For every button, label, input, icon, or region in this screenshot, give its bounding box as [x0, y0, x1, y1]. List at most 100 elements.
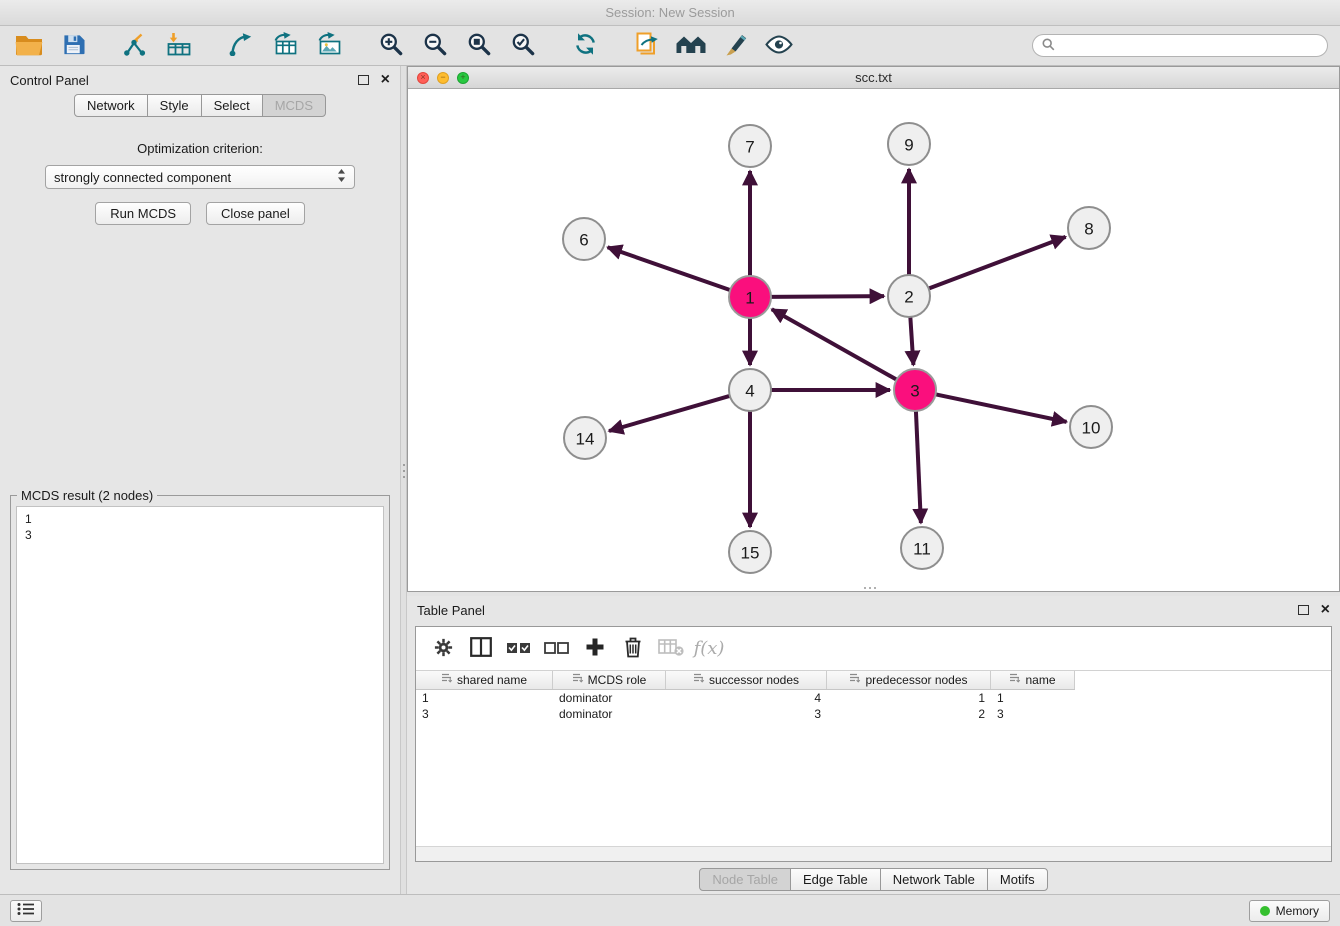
graph-node-1[interactable]: 1: [729, 276, 771, 318]
graph-edge-3-1[interactable]: [772, 309, 899, 380]
zoom-out-button[interactable]: [416, 29, 454, 63]
tab-style[interactable]: Style: [147, 94, 202, 117]
export-table-button[interactable]: [266, 29, 304, 63]
zoom-window-button[interactable]: [457, 72, 469, 84]
save-session-icon: [62, 33, 85, 59]
export-network-icon: [228, 32, 254, 59]
mcds-result-list[interactable]: 13: [16, 506, 384, 864]
zoom-fit-button[interactable]: [460, 29, 498, 63]
optimization-criterion-select[interactable]: strongly connected component: [45, 165, 355, 189]
svg-text:6: 6: [579, 231, 588, 250]
tab-motifs[interactable]: Motifs: [987, 868, 1048, 891]
network-overview-button[interactable]: [672, 29, 710, 63]
tab-select[interactable]: Select: [201, 94, 263, 117]
graph-node-4[interactable]: 4: [729, 369, 771, 411]
column-header-name[interactable]: name: [991, 671, 1075, 689]
column-label: shared name: [457, 673, 527, 687]
graph-node-3[interactable]: 3: [894, 369, 936, 411]
apply-style-button[interactable]: [716, 29, 754, 63]
network-window-titlebar[interactable]: scc.txt: [408, 67, 1339, 89]
window-resize-grip[interactable]: [864, 587, 876, 589]
horizontal-scrollbar[interactable]: [416, 846, 1331, 861]
tab-network[interactable]: Network: [74, 94, 148, 117]
table-cell: 1: [991, 690, 1075, 706]
table-header-row: shared name MCDS role successor nodes prede…: [416, 671, 1075, 690]
task-history-button[interactable]: [10, 900, 42, 922]
graph-node-9[interactable]: 9: [888, 123, 930, 165]
graph-node-7[interactable]: 7: [729, 125, 771, 167]
network-window-title: scc.txt: [408, 70, 1339, 85]
memory-button[interactable]: Memory: [1249, 900, 1330, 922]
search-input[interactable]: [1060, 39, 1318, 53]
vertical-splitter[interactable]: [400, 66, 407, 894]
tab-network-table[interactable]: Network Table: [880, 868, 988, 891]
graph-edge-1-2[interactable]: [769, 296, 884, 297]
column-header-predecessor-nodes[interactable]: predecessor nodes: [827, 671, 991, 689]
search-field[interactable]: [1032, 34, 1328, 57]
column-header-shared-name[interactable]: shared name: [416, 671, 553, 689]
graph-node-11[interactable]: 11: [901, 527, 943, 569]
table-cell: 3: [666, 706, 827, 722]
table-settings-icon: [433, 637, 454, 661]
graph-node-2[interactable]: 2: [888, 275, 930, 317]
table-settings-button[interactable]: [428, 634, 458, 664]
table-row[interactable]: 1dominator411: [416, 690, 1075, 706]
graph-edge-3-10[interactable]: [934, 394, 1067, 422]
column-label: MCDS role: [588, 673, 647, 687]
close-table-panel-button[interactable]: ×: [1321, 602, 1330, 618]
add-row-button[interactable]: [580, 634, 610, 664]
attribute-icon: [693, 673, 705, 687]
graph-edge-2-3[interactable]: [910, 315, 913, 365]
close-panel-action-button[interactable]: Close panel: [206, 202, 305, 225]
open-session-button[interactable]: [10, 29, 48, 63]
graph-edge-2-8[interactable]: [927, 237, 1066, 289]
table-row[interactable]: 3dominator323: [416, 706, 1075, 722]
graph-node-10[interactable]: 10: [1070, 406, 1112, 448]
float-table-panel-button[interactable]: [1298, 605, 1309, 615]
table-panel-header: Table Panel ×: [407, 596, 1340, 624]
column-header-mcds-role[interactable]: MCDS role: [553, 671, 666, 689]
close-window-button[interactable]: [417, 72, 429, 84]
clone-network-button[interactable]: [628, 29, 666, 63]
close-panel-button[interactable]: ×: [381, 72, 390, 88]
import-network-from-file-button[interactable]: [116, 29, 154, 63]
save-session-button[interactable]: [54, 29, 92, 63]
select-all-rows-button[interactable]: [504, 634, 534, 664]
show-graphics-details-button[interactable]: [760, 29, 798, 63]
zoom-selected-button[interactable]: [504, 29, 542, 63]
column-header-successor-nodes[interactable]: successor nodes: [666, 671, 827, 689]
column-label: successor nodes: [709, 673, 799, 687]
deselect-all-rows-button[interactable]: [542, 634, 572, 664]
network-canvas[interactable]: 7 9 6 8 1 2 4 3 14 10 15 11: [408, 89, 1339, 591]
show-columns-button[interactable]: [466, 634, 496, 664]
network-overview-icon: [676, 33, 706, 59]
graph-edge-4-14[interactable]: [609, 395, 732, 431]
minimize-window-button[interactable]: [437, 72, 449, 84]
graph-node-14[interactable]: 14: [564, 417, 606, 459]
show-columns-icon: [470, 637, 492, 660]
tab-mcds[interactable]: MCDS: [262, 94, 326, 117]
delete-row-button[interactable]: [618, 634, 648, 664]
graph-node-8[interactable]: 8: [1068, 207, 1110, 249]
zoom-in-icon: [379, 32, 403, 59]
zoom-in-button[interactable]: [372, 29, 410, 63]
export-image-icon: [316, 32, 342, 59]
export-image-button[interactable]: [310, 29, 348, 63]
export-network-button[interactable]: [222, 29, 260, 63]
tab-edge-table[interactable]: Edge Table: [790, 868, 881, 891]
export-table-icon: [272, 32, 298, 59]
graph-edge-1-6[interactable]: [608, 247, 732, 290]
apply-layout-button[interactable]: [566, 29, 604, 63]
node-table: shared name MCDS role successor nodes prede…: [416, 671, 1075, 722]
graph-edge-3-11[interactable]: [916, 409, 921, 523]
svg-text:8: 8: [1084, 220, 1093, 239]
run-mcds-button[interactable]: Run MCDS: [95, 202, 191, 225]
import-table-from-file-button[interactable]: [160, 29, 198, 63]
tab-node-table[interactable]: Node Table: [699, 868, 791, 891]
graph-node-15[interactable]: 15: [729, 531, 771, 573]
import-table-from-file-icon: [166, 32, 192, 59]
splitter-grip[interactable]: [403, 464, 405, 478]
add-row-icon: [584, 636, 606, 661]
float-panel-button[interactable]: [358, 75, 369, 85]
graph-node-6[interactable]: 6: [563, 218, 605, 260]
